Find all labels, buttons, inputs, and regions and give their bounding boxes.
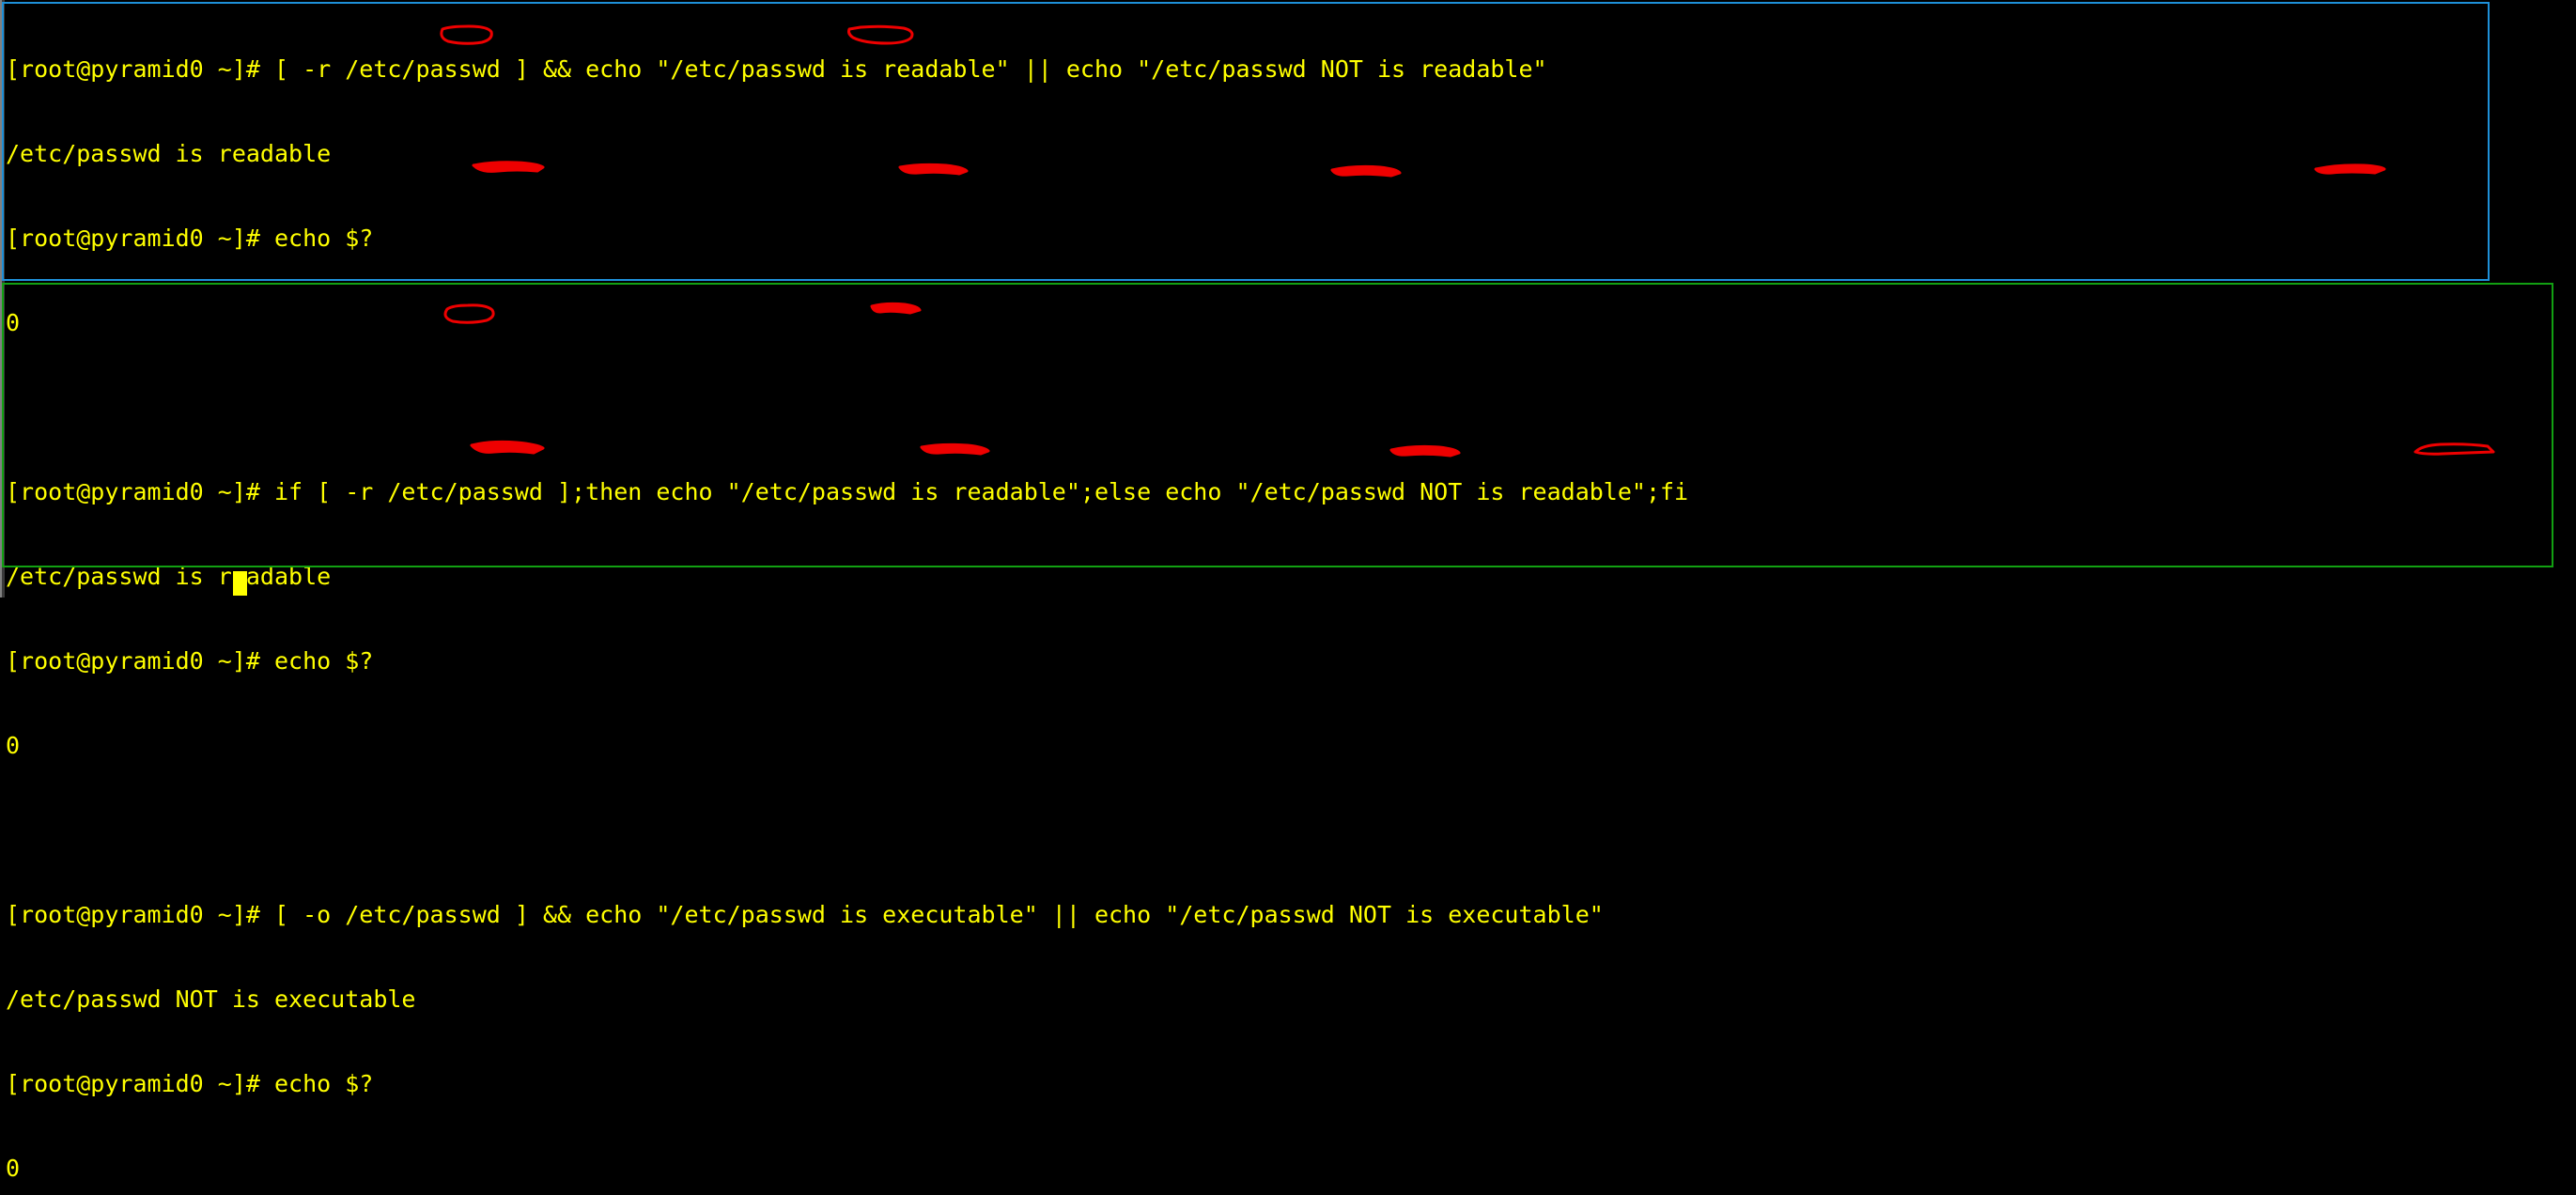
terminal-output: [root@pyramid0 ~]# [ -r /etc/passwd ] &&…	[6, 0, 2576, 1195]
terminal-line: /etc/passwd NOT is executable	[6, 985, 416, 1013]
terminal-line: [root@pyramid0 ~]# if [ -r /etc/passwd ]…	[6, 478, 1689, 505]
terminal-line: 0	[6, 732, 21, 759]
terminal-line: [root@pyramid0 ~]# echo $?	[6, 647, 374, 675]
terminal-line: /etc/passwd is readable	[6, 563, 332, 590]
window-left-scrollbar[interactable]	[2, 0, 5, 598]
terminal-line: [root@pyramid0 ~]# [ -o /etc/passwd ] &&…	[6, 901, 1604, 928]
terminal-line: 0	[6, 1155, 21, 1182]
terminal-line: [root@pyramid0 ~]# [ -r /etc/passwd ] &&…	[6, 55, 1547, 83]
terminal-line: [root@pyramid0 ~]# echo $?	[6, 225, 374, 252]
terminal-line: [root@pyramid0 ~]# echo $?	[6, 1070, 374, 1097]
terminal-window[interactable]: [root@pyramid0 ~]# [ -r /etc/passwd ] &&…	[0, 0, 2576, 1182]
text-cursor	[233, 571, 247, 596]
terminal-line: 0	[6, 309, 21, 336]
terminal-line: /etc/passwd is readable	[6, 140, 332, 167]
